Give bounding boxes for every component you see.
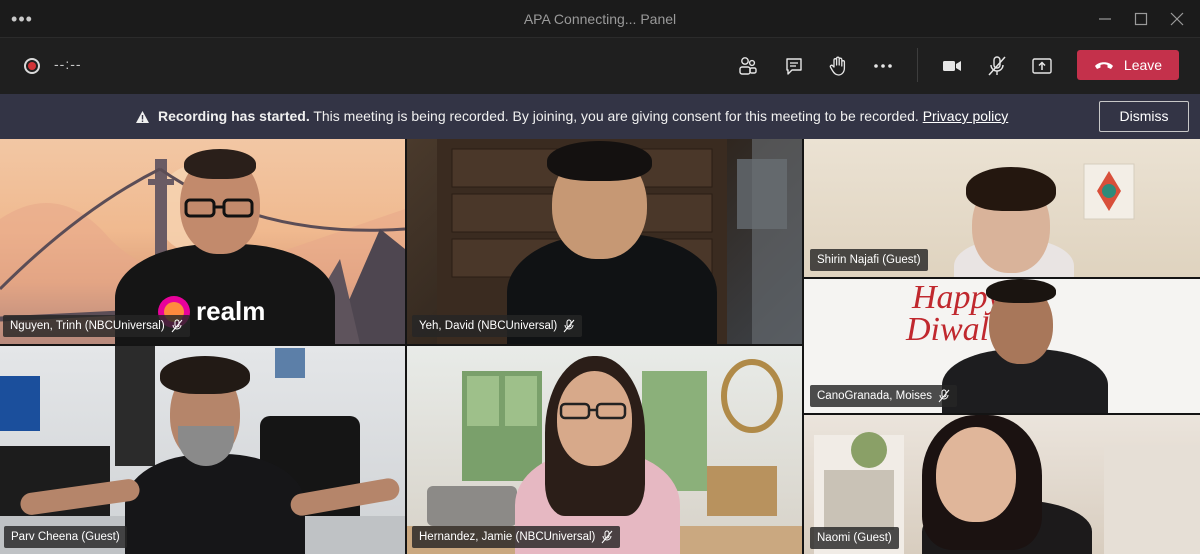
toolbar-divider [917, 48, 918, 82]
video-tile-canogranada[interactable]: Happy Diwali CanoGranada, Moises [804, 279, 1200, 413]
participant-name: Naomi (Guest) [817, 532, 892, 544]
participant-name: CanoGranada, Moises [817, 390, 933, 402]
glasses-icon [184, 198, 254, 218]
participant-hair [184, 149, 256, 179]
recording-message: Recording has started. This meeting is b… [135, 94, 1008, 139]
participant-name: Yeh, David (NBCUniversal) [419, 320, 558, 332]
window-title: APA Connecting... Panel [523, 11, 677, 27]
mic-muted-icon [563, 319, 575, 333]
chat-button[interactable] [780, 52, 808, 80]
maximize-icon [1134, 12, 1148, 26]
maximize-button[interactable] [1126, 6, 1156, 32]
microphone-button[interactable] [983, 52, 1011, 80]
hang-up-icon [1094, 62, 1113, 69]
participant-head [936, 427, 1016, 522]
more-actions-button[interactable] [869, 52, 897, 80]
people-icon [739, 57, 757, 75]
shirt-text-realm: realm [196, 296, 266, 326]
leave-label: Leave [1123, 57, 1163, 73]
participants-button[interactable] [734, 52, 762, 80]
recording-consent-text: This meeting is being recorded. By joini… [309, 108, 923, 124]
participant-name: Shirin Najafi (Guest) [817, 254, 921, 266]
hand-icon [829, 56, 846, 76]
participant-hair [986, 279, 1056, 303]
video-tile-parv[interactable]: Parv Cheena (Guest) [0, 346, 405, 554]
title-bar: ••• APA Connecting... Panel [0, 0, 1200, 38]
mic-muted-icon [171, 319, 183, 333]
recording-indicator-icon [24, 58, 40, 74]
mic-muted-icon [938, 389, 950, 403]
glasses-icon [559, 402, 627, 420]
participant-hair [966, 167, 1056, 211]
participant-name-label: CanoGranada, Moises [810, 385, 958, 407]
dismiss-button[interactable]: Dismiss [1099, 101, 1189, 132]
recording-title: Recording has started. [158, 108, 310, 124]
leave-button[interactable]: Leave [1077, 50, 1179, 80]
participant-body [125, 454, 305, 554]
minimize-icon [1099, 18, 1111, 20]
video-tile-hernandez[interactable]: Hernandez, Jamie (NBCUniversal) [407, 346, 802, 554]
video-tile-shirin[interactable]: Shirin Najafi (Guest) [804, 139, 1200, 277]
share-screen-button[interactable] [1028, 52, 1056, 80]
participant-name-label: Parv Cheena (Guest) [4, 526, 127, 548]
participant-name-label: Yeh, David (NBCUniversal) [412, 315, 583, 337]
video-camera-icon [943, 61, 961, 71]
meeting-timer: --:-- [54, 56, 82, 72]
privacy-policy-link[interactable]: Privacy policy [923, 108, 1009, 124]
recording-banner: Recording has started. This meeting is b… [0, 94, 1200, 139]
share-tray-icon [1032, 58, 1052, 74]
participant-name-label: Hernandez, Jamie (NBCUniversal) [412, 526, 621, 548]
diwali-text: Diwali [906, 311, 999, 348]
participant-name: Hernandez, Jamie (NBCUniversal) [419, 531, 596, 543]
mic-muted-icon [602, 530, 613, 544]
participant-name-label: Nguyen, Trinh (NBCUniversal) [3, 315, 190, 337]
video-tile-yeh[interactable]: Yeh, David (NBCUniversal) [407, 139, 802, 344]
participant-name-label: Naomi (Guest) [810, 527, 899, 549]
video-tile-naomi[interactable]: Naomi (Guest) [804, 415, 1200, 554]
video-grid: realm Nguyen, Trinh (NBCUniversal) Yeh, … [0, 139, 1200, 554]
participant-hair [160, 356, 250, 394]
video-tile-nguyen[interactable]: realm Nguyen, Trinh (NBCUniversal) [0, 139, 405, 344]
participant-hair [547, 141, 652, 181]
meeting-toolbar: --:-- Leave [0, 38, 1200, 94]
warning-icon [136, 111, 149, 124]
microphone-off-icon [988, 56, 1006, 76]
camera-button[interactable] [938, 52, 966, 80]
minimize-button[interactable] [1090, 6, 1120, 32]
close-icon [1170, 12, 1184, 26]
participant-name: Parv Cheena (Guest) [11, 531, 120, 543]
raise-hand-button[interactable] [824, 52, 852, 80]
chat-icon [786, 58, 802, 75]
wall-art-image [1083, 163, 1135, 220]
ellipsis-icon [874, 64, 892, 68]
participant-name: Nguyen, Trinh (NBCUniversal) [10, 320, 165, 332]
participant-name-label: Shirin Najafi (Guest) [810, 249, 928, 271]
close-button[interactable] [1162, 6, 1192, 32]
